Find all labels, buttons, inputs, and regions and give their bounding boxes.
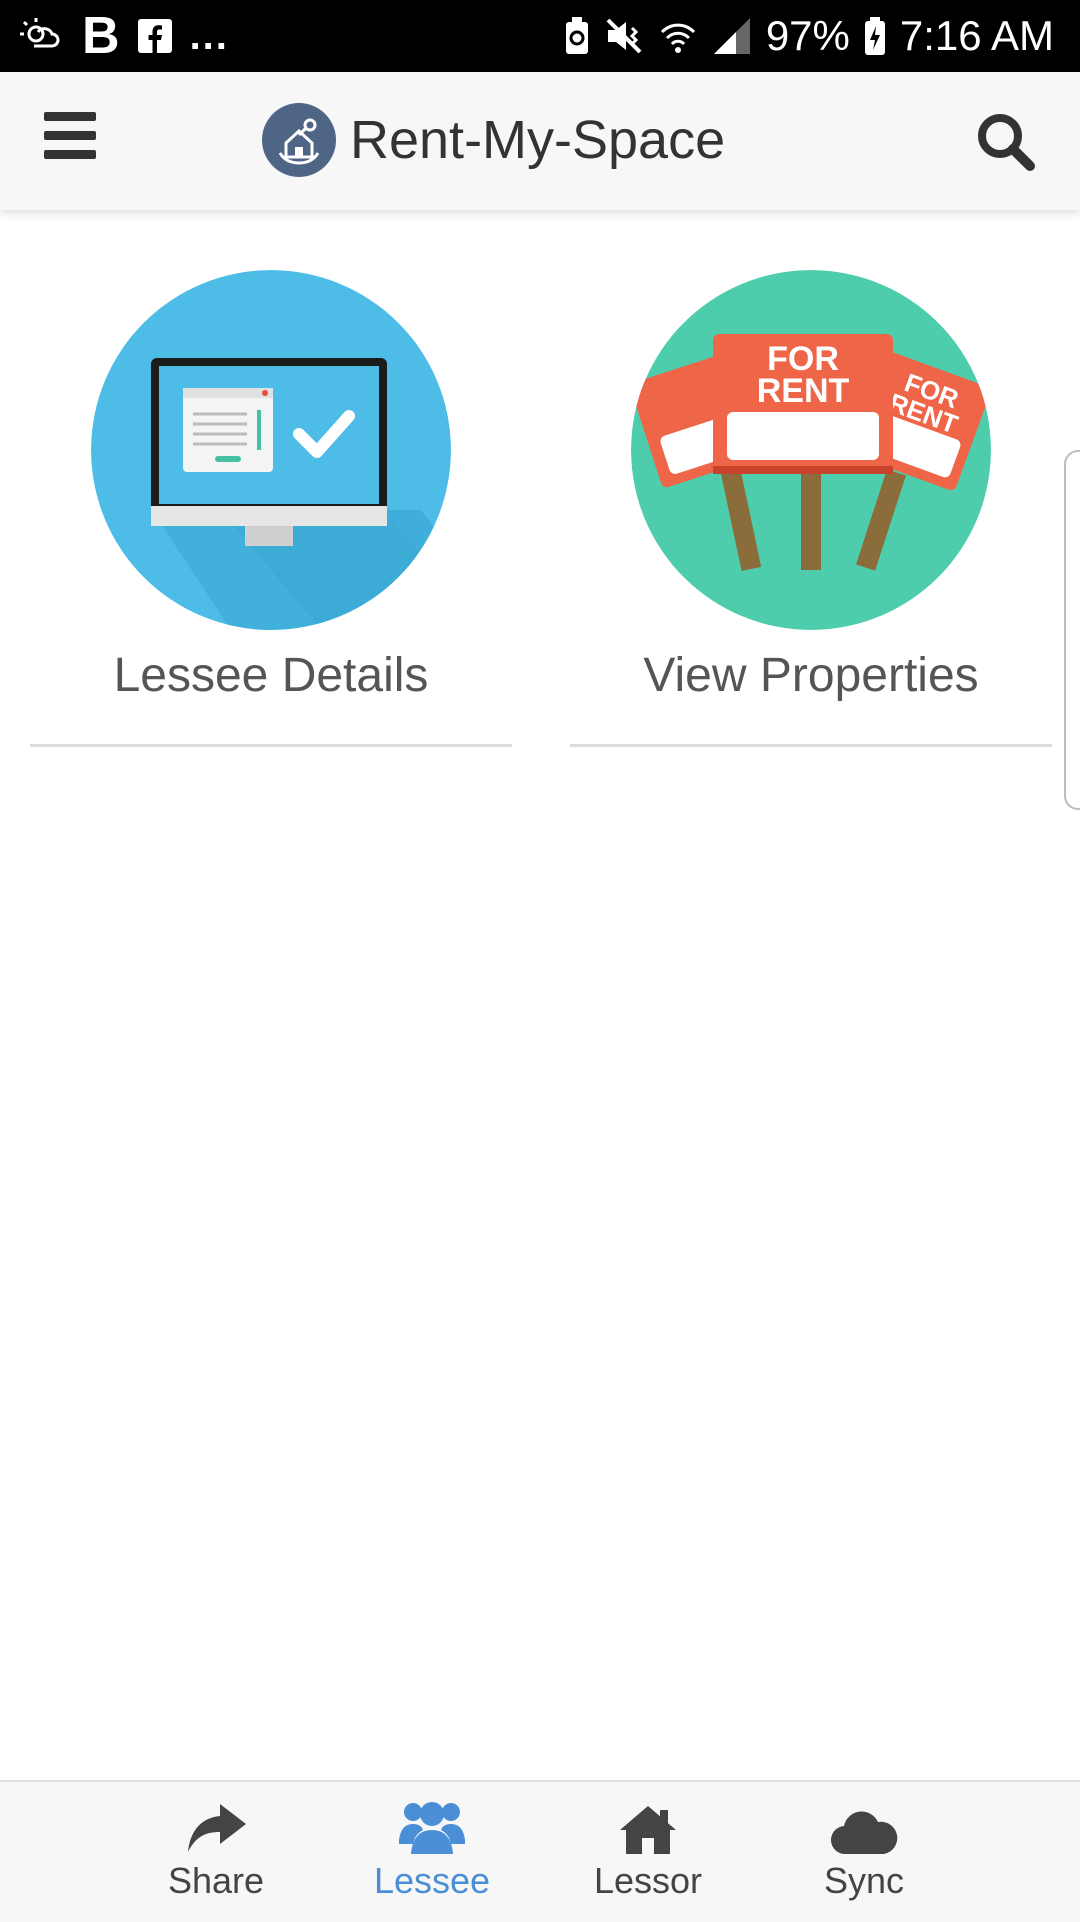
battery-charging-icon <box>864 16 886 56</box>
share-icon <box>188 1804 246 1852</box>
signal-icon <box>712 16 752 56</box>
status-bar: B ... 97% 7:16 AM <box>0 0 1080 72</box>
hamburger-bar <box>44 131 96 140</box>
more-notifications: ... <box>189 13 229 58</box>
vibrate-mute-icon <box>604 16 644 56</box>
nav-share-label: Share <box>167 1860 265 1901</box>
center-sign-bottom-text: RENT <box>757 372 850 410</box>
nav-lessor[interactable]: Lessor <box>558 1794 738 1914</box>
tile-divider <box>570 744 1052 747</box>
nav-lessee[interactable]: Lessee <box>342 1794 522 1914</box>
users-icon <box>399 1802 465 1854</box>
menu-button[interactable] <box>44 112 100 168</box>
app-bar: Rent-My-Space <box>0 72 1080 210</box>
house-key-logo-icon <box>262 103 336 177</box>
monitor-check-icon <box>91 270 451 630</box>
wifi-icon <box>658 16 698 56</box>
nav-share[interactable]: Share <box>126 1794 306 1914</box>
cloud-icon <box>830 1811 898 1855</box>
search-icon <box>978 114 1035 171</box>
brand: Rent-My-Space <box>262 100 725 180</box>
tile-divider <box>30 744 512 747</box>
weather-icon <box>20 16 64 56</box>
hamburger-bar <box>44 150 96 159</box>
bottom-navigation: Share Lessee Lessor Sync <box>0 1780 1080 1922</box>
for-rent-signs-icon: FOR RENT FOR RENT <box>631 270 991 630</box>
b-app-icon: B <box>82 7 120 65</box>
battery-percent: 97% <box>765 12 850 59</box>
lessee-details-tile[interactable]: Lessee Details <box>30 268 512 750</box>
lessee-details-label: Lessee Details <box>113 649 429 702</box>
nav-lessee-label: Lessee <box>373 1860 491 1901</box>
facebook-icon <box>137 19 172 53</box>
view-properties-label: View Properties <box>643 649 979 702</box>
nav-sync[interactable]: Sync <box>774 1794 954 1914</box>
battery-saver-icon <box>564 16 590 56</box>
search-button[interactable] <box>974 110 1036 172</box>
app-title: Rent-My-Space <box>350 110 726 170</box>
nav-sync-label: Sync <box>823 1860 905 1901</box>
home-icon <box>620 1806 676 1854</box>
edge-panel-handle[interactable] <box>1064 450 1080 810</box>
lessee-details-icon-circle <box>91 270 451 630</box>
clock: 7:16 AM <box>899 12 1054 59</box>
view-properties-icon-circle: FOR RENT FOR RENT <box>631 270 991 630</box>
view-properties-tile[interactable]: FOR RENT FOR RENT View Properties <box>570 268 1052 750</box>
hamburger-bar <box>44 112 96 121</box>
nav-lessor-label: Lessor <box>593 1860 703 1901</box>
